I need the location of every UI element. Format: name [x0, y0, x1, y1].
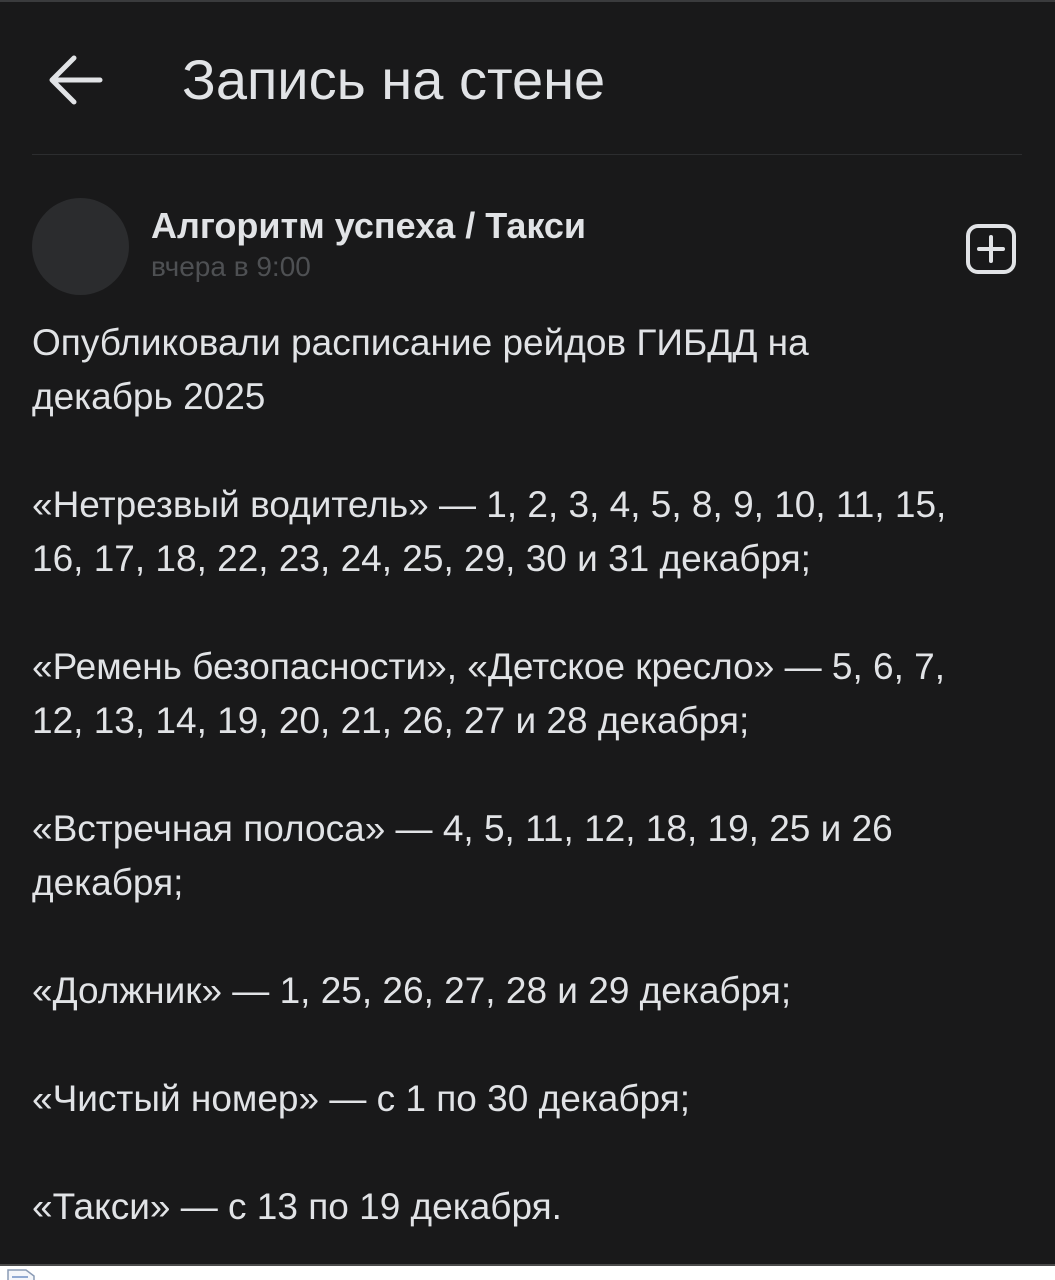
page-title: Запись на стене [182, 48, 606, 111]
post-paragraph: «Такси» — с 13 по 19 декабря. [32, 1180, 1022, 1234]
header-divider [32, 154, 1022, 155]
file-icon [7, 1269, 35, 1280]
top-bar: Запись на стене [0, 2, 1055, 154]
post-paragraph: «Ремень безопасности», «Детское кресло» … [32, 640, 1022, 748]
post-text: Опубликовали расписание рейдов ГИБДД на … [32, 316, 1022, 1234]
avatar[interactable] [32, 198, 129, 295]
post-paragraph: Опубликовали расписание рейдов ГИБДД на … [32, 316, 1022, 424]
text-line: «Такси» — с 13 по 19 декабря. [32, 1186, 562, 1227]
text-line: 12, 13, 14, 19, 20, 21, 26, 27 и 28 дека… [32, 700, 750, 741]
author-name[interactable]: Алгоритм успеха / Такси [151, 204, 586, 248]
post-paragraph: «Должник» — 1, 25, 26, 27, 28 и 29 декаб… [32, 964, 1022, 1018]
post-paragraph: «Чистый номер» — с 1 по 30 декабря; [32, 1072, 1022, 1126]
text-line: Опубликовали расписание рейдов ГИБДД на [32, 322, 809, 363]
text-line: 16, 17, 18, 22, 23, 24, 25, 29, 30 и 31 … [32, 538, 811, 579]
post-paragraph: «Нетрезвый водитель» — 1, 2, 3, 4, 5, 8,… [32, 478, 1022, 586]
post-paragraph: «Встречная полоса» — 4, 5, 11, 12, 18, 1… [32, 802, 1022, 910]
post-header: Алгоритм успеха / Такси вчера в 9:00 [0, 192, 1055, 302]
add-button[interactable] [964, 222, 1018, 276]
bottom-strip [0, 1264, 1055, 1280]
back-button[interactable] [44, 50, 108, 110]
text-line: декабря; [32, 862, 184, 903]
text-line: «Встречная полоса» — 4, 5, 11, 12, 18, 1… [32, 808, 893, 849]
text-line: «Чистый номер» — с 1 по 30 декабря; [32, 1078, 691, 1119]
wall-post-screen: Запись на стене Алгоритм успеха / Такси … [0, 0, 1055, 1280]
text-line: декабрь 2025 [32, 376, 266, 417]
plus-square-icon [966, 224, 1016, 274]
text-line: «Ремень безопасности», «Детское кресло» … [32, 646, 946, 687]
text-line: «Должник» — 1, 25, 26, 27, 28 и 29 декаб… [32, 970, 792, 1011]
text-line: «Нетрезвый водитель» — 1, 2, 3, 4, 5, 8,… [32, 484, 947, 525]
post-time: вчера в 9:00 [151, 251, 311, 282]
arrow-left-icon [49, 55, 103, 105]
